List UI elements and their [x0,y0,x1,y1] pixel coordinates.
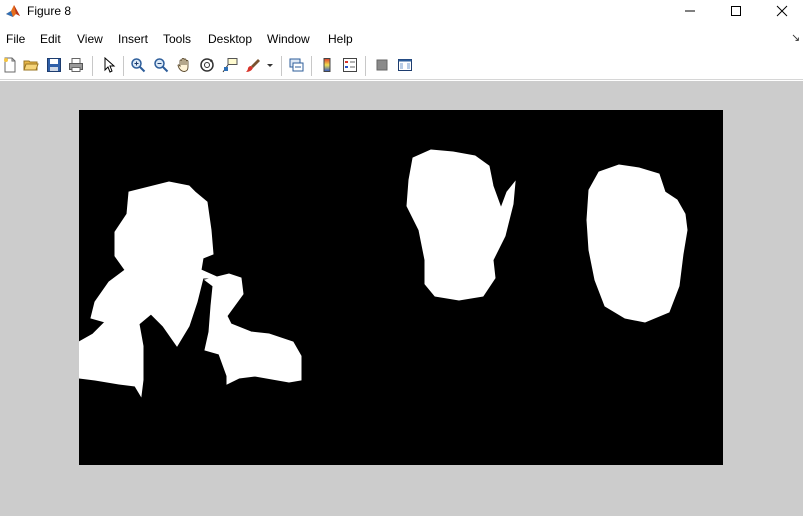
toolbar-separator [365,56,366,76]
brush-icon [246,59,260,72]
pan-button[interactable] [174,55,194,75]
new-figure-icon [4,57,16,73]
menu-desktop[interactable]: Desktop [208,31,252,47]
toolbar-separator [311,56,312,76]
maximize-icon [731,6,741,16]
rotate-3d-button[interactable] [197,55,217,75]
menu-view[interactable]: View [77,31,103,47]
save-icon [47,58,61,72]
toolbar-separator [123,56,124,76]
dock-arrow-icon[interactable]: ↘ [791,31,800,44]
print-button[interactable] [66,55,86,75]
colorbar-button[interactable] [317,55,337,75]
window-title: Figure 8 [27,4,72,18]
menu-window[interactable]: Window [267,31,310,47]
legend-button[interactable] [340,55,360,75]
select-arrow-button[interactable] [99,55,119,75]
mask-blob-left-bottom [203,273,302,385]
save-button[interactable] [44,55,64,75]
menu-file[interactable]: File [6,31,25,47]
minimize-icon [685,10,695,12]
zoom-in-button[interactable] [128,55,148,75]
toolbar-separator [281,56,282,76]
mask-blob-left-top [79,181,220,398]
new-figure-button[interactable] [0,55,20,75]
matlab-logo-icon [5,3,21,19]
open-file-icon [23,60,39,71]
colorbar-icon [323,58,331,72]
menu-insert[interactable]: Insert [118,31,148,47]
hide-plot-tools-button[interactable] [372,55,392,75]
menu-help[interactable]: Help [328,31,353,47]
zoom-in-icon [131,58,146,73]
menu-bar: File Edit View Insert Tools Desktop Wind… [0,29,803,49]
pan-hand-icon [177,58,189,72]
legend-icon [343,58,357,72]
zoom-out-button[interactable] [151,55,171,75]
mask-blob-center [406,149,516,301]
show-plot-tools-icon [398,59,412,71]
data-cursor-button[interactable] [220,55,240,75]
title-bar: Figure 8 [0,0,803,22]
rotate-3d-icon [200,58,214,72]
hide-plot-tools-icon [376,59,388,71]
close-icon [776,5,788,17]
mask-blob-right [586,164,688,323]
toolbar-separator [92,56,93,76]
brush-button[interactable] [243,55,263,75]
link-plot-button[interactable] [286,55,306,75]
maximize-button[interactable] [713,0,759,22]
select-arrow-icon [104,57,116,73]
show-plot-tools-button[interactable] [395,55,415,75]
close-button[interactable] [759,0,803,22]
figure-toolbar [0,52,803,80]
menu-tools[interactable]: Tools [163,31,191,47]
brush-dropdown-button[interactable] [264,55,276,75]
figure-canvas [0,81,803,516]
open-file-button[interactable] [21,55,41,75]
zoom-out-icon [154,58,169,73]
data-cursor-icon [222,58,238,73]
print-icon [69,58,83,72]
menu-edit[interactable]: Edit [40,31,61,47]
brush-dropdown-icon [267,64,273,67]
image-axes[interactable] [79,110,723,465]
minimize-button[interactable] [667,0,713,22]
binary-mask-image [79,149,688,398]
link-plot-icon [289,58,304,72]
